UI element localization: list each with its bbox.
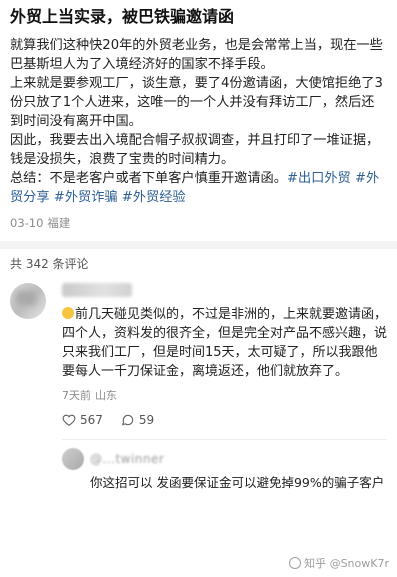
- emoji-icon: [62, 307, 74, 319]
- comment-author-name[interactable]: [62, 283, 132, 297]
- post-meta: 03-10 福建: [10, 215, 387, 231]
- watermark: 知乎 @SnowK7r: [289, 555, 389, 571]
- hashtag[interactable]: #出口外贸: [287, 171, 351, 186]
- avatar[interactable]: [10, 283, 46, 319]
- reply-item: @...twinner 你这招可以 发函要保证金可以避免掉99%的骗子客户: [62, 439, 387, 491]
- comment-text: 前几天碰见类似的，不过是非洲的，上来就要邀请函，四个人，资料发的很齐全，但是完全…: [62, 305, 387, 381]
- comment-actions: 567 59: [62, 413, 387, 427]
- comment-icon: [121, 414, 134, 426]
- reply-author[interactable]: @...twinner: [90, 452, 164, 466]
- zhihu-logo-icon: [289, 557, 302, 569]
- reply-count: 59: [138, 413, 155, 427]
- watermark-text: 知乎 @SnowK7r: [304, 557, 389, 570]
- post-date: 03-10: [10, 216, 44, 230]
- summary-text: 总结：不是老客户或者下单客户慎重开邀请函。: [10, 171, 287, 186]
- like-count: 567: [80, 413, 103, 427]
- comment-item: 前几天碰见类似的，不过是非洲的，上来就要邀请函，四个人，资料发的很齐全，但是完全…: [0, 273, 397, 491]
- post-summary: 总结：不是老客户或者下单客户慎重开邀请函。#出口外贸 #外贸分享 #外贸诈骗 #…: [10, 169, 387, 207]
- comment-meta: 7天前 山东: [62, 389, 387, 403]
- post-paragraph: 上来就是要参观工厂，谈生意，要了4份邀请函，大使馆拒绝了3份只放了1个人进来，这…: [10, 76, 383, 129]
- post-title: 外贸上当实录，被巴铁骗邀请函: [10, 7, 235, 26]
- reply-head: @...twinner: [62, 448, 387, 470]
- section-divider: [0, 241, 397, 249]
- post: 外贸上当实录，被巴铁骗邀请函 就算我们这种快20年的外贸老业务，也是会常常上当，…: [0, 0, 397, 231]
- comment-time: 7天前: [62, 389, 91, 402]
- comment-location: 山东: [95, 389, 117, 402]
- hashtag[interactable]: #外贸经验: [122, 190, 186, 205]
- post-body: 就算我们这种快20年的外贸老业务，也是会常常上当，现在一些巴基斯坦人为了入境经济…: [10, 36, 387, 207]
- comment-text-content: 前几天碰见类似的，不过是非洲的，上来就要邀请函，四个人，资料发的很齐全，但是完全…: [62, 307, 388, 379]
- post-location: 福建: [47, 216, 71, 230]
- reply-avatar[interactable]: [62, 448, 84, 470]
- post-paragraph: 就算我们这种快20年的外贸老业务，也是会常常上当，现在一些巴基斯坦人为了入境经济…: [10, 38, 383, 72]
- reply-button[interactable]: 59: [121, 413, 154, 427]
- reply-text: 你这招可以 发函要保证金可以避免掉99%的骗子客户: [90, 475, 385, 490]
- heart-icon: [62, 414, 76, 426]
- comments-count: 共 342 条评论: [10, 257, 89, 271]
- like-button[interactable]: 567: [62, 413, 103, 427]
- comment-main: 前几天碰见类似的，不过是非洲的，上来就要邀请函，四个人，资料发的很齐全，但是完全…: [62, 283, 387, 427]
- post-paragraph: 因此，我要去出入境配合帽子叔叔调查，并且打印了一堆证据，钱是没损失，浪费了宝贵的…: [10, 133, 380, 167]
- hashtag[interactable]: #外贸诈骗: [54, 190, 118, 205]
